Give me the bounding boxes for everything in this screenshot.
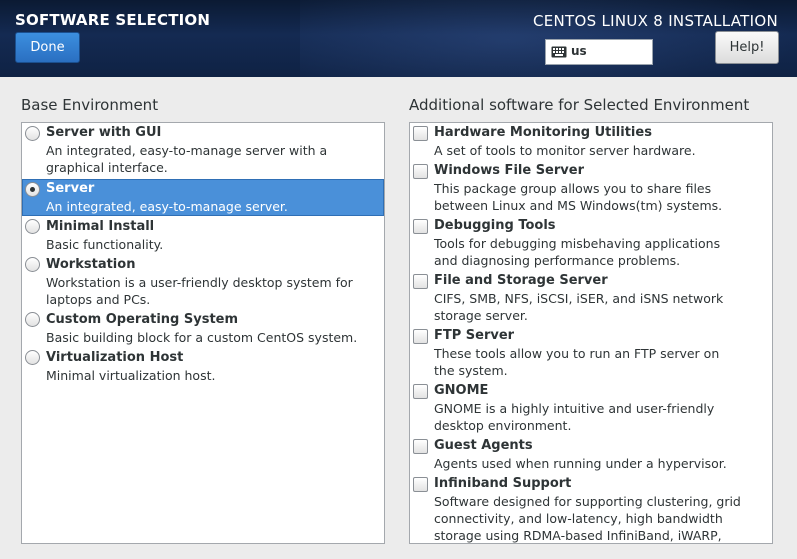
addon-item-name: Infiniband Support <box>434 476 572 491</box>
env-item-desc: Basic building block for a custom CentOS… <box>46 330 358 345</box>
env-item-name: Server with GUI <box>46 125 162 140</box>
env-item-name: Custom Operating System <box>46 312 239 327</box>
addon-item-windows-file-server[interactable]: Windows File Server This package group a… <box>410 161 772 216</box>
env-item-custom-os[interactable]: Custom Operating System Basic building b… <box>22 309 384 347</box>
env-item-desc: An integrated, easy-to-manage server wit… <box>46 143 328 175</box>
radio-button[interactable] <box>25 219 40 234</box>
env-item-server[interactable]: Server An integrated, easy-to-manage ser… <box>22 179 384 216</box>
addon-item-desc: GNOME is a highly intuitive and user-fri… <box>434 401 715 433</box>
env-item-desc: Workstation is a user-friendly desktop s… <box>46 275 353 307</box>
keyboard-layout-indicator[interactable]: us <box>545 39 653 65</box>
addon-item-name: Hardware Monitoring Utilities <box>434 125 652 140</box>
checkbox[interactable] <box>413 126 428 141</box>
help-button[interactable]: Help! <box>715 31 779 64</box>
env-item-virtualization-host[interactable]: Virtualization Host Minimal virtualizati… <box>22 347 384 385</box>
addon-item-name: Debugging Tools <box>434 218 556 233</box>
addon-item-gnome[interactable]: GNOME GNOME is a highly intuitive and us… <box>410 381 772 436</box>
addon-item-name: Guest Agents <box>434 438 533 453</box>
addon-item-name: Windows File Server <box>434 163 584 178</box>
env-item-minimal-install[interactable]: Minimal Install Basic functionality. <box>22 216 384 254</box>
radio-button[interactable] <box>25 350 40 365</box>
addon-item-infiniband-support[interactable]: Infiniband Support Software designed for… <box>410 474 772 543</box>
addon-item-debugging-tools[interactable]: Debugging Tools Tools for debugging misb… <box>410 216 772 271</box>
keyboard-icon <box>551 46 567 58</box>
env-item-name: Workstation <box>46 257 136 272</box>
radio-button[interactable] <box>25 257 40 272</box>
checkbox[interactable] <box>413 439 428 454</box>
done-button[interactable]: Done <box>15 32 80 63</box>
addon-item-file-storage-server[interactable]: File and Storage Server CIFS, SMB, NFS, … <box>410 271 772 326</box>
addon-item-guest-agents[interactable]: Guest Agents Agents used when running un… <box>410 436 772 474</box>
addon-item-desc: Software designed for supporting cluster… <box>434 494 741 543</box>
addon-item-desc: Agents used when running under a hypervi… <box>434 456 727 471</box>
addon-item-desc: This package group allows you to share f… <box>434 181 723 213</box>
env-item-name: Minimal Install <box>46 219 155 234</box>
checkbox[interactable] <box>413 329 428 344</box>
page-title: SOFTWARE SELECTION <box>15 11 211 29</box>
addon-item-desc: CIFS, SMB, NFS, iSCSI, iSER, and iSNS ne… <box>434 291 724 323</box>
radio-button[interactable] <box>25 312 40 327</box>
addon-item-hardware-monitoring[interactable]: Hardware Monitoring Utilities A set of t… <box>410 123 772 161</box>
keyboard-layout-label: us <box>571 44 587 58</box>
checkbox[interactable] <box>413 164 428 179</box>
env-item-desc: An integrated, easy-to-manage server. <box>46 199 288 214</box>
addon-item-desc: Tools for debugging misbehaving applicat… <box>434 236 721 268</box>
checkbox[interactable] <box>413 477 428 492</box>
checkbox[interactable] <box>413 274 428 289</box>
checkbox[interactable] <box>413 384 428 399</box>
header-bar: SOFTWARE SELECTION CENTOS LINUX 8 INSTAL… <box>0 0 797 77</box>
radio-button[interactable] <box>25 126 40 141</box>
addon-item-desc: A set of tools to monitor server hardwar… <box>434 143 696 158</box>
env-item-desc: Minimal virtualization host. <box>46 368 216 383</box>
env-item-name: Virtualization Host <box>46 350 184 365</box>
base-environment-list: Server with GUI An integrated, easy-to-m… <box>21 122 385 544</box>
base-environment-heading: Base Environment <box>21 96 159 114</box>
radio-button-selected[interactable] <box>25 182 40 197</box>
env-item-name: Server <box>46 181 95 196</box>
addon-item-ftp-server[interactable]: FTP Server These tools allow you to run … <box>410 326 772 381</box>
env-item-workstation[interactable]: Workstation Workstation is a user-friend… <box>22 254 384 309</box>
addon-item-name: FTP Server <box>434 328 515 343</box>
env-item-server-with-gui[interactable]: Server with GUI An integrated, easy-to-m… <box>22 123 384 179</box>
env-item-desc: Basic functionality. <box>46 237 164 252</box>
addon-item-desc: These tools allow you to run an FTP serv… <box>434 346 720 378</box>
addon-item-name: File and Storage Server <box>434 273 608 288</box>
checkbox[interactable] <box>413 219 428 234</box>
product-title: CENTOS LINUX 8 INSTALLATION <box>532 12 778 30</box>
additional-software-list: Hardware Monitoring Utilities A set of t… <box>409 122 773 544</box>
addon-item-name: GNOME <box>434 383 489 398</box>
additional-software-heading: Additional software for Selected Environ… <box>409 96 750 114</box>
